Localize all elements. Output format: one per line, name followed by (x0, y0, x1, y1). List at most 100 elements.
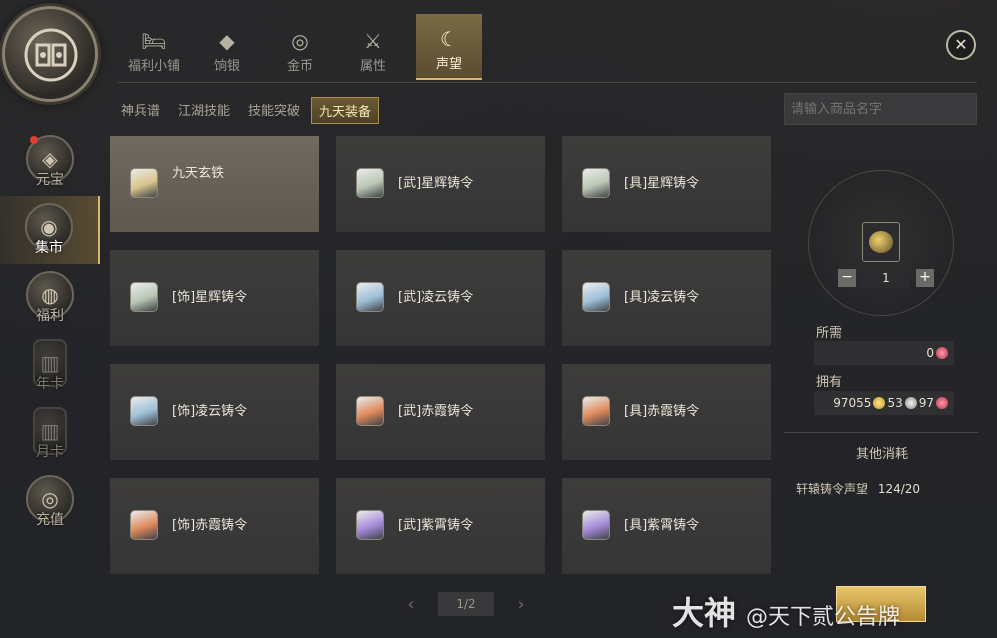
item-card[interactable]: [饰]赤霞铸令 (110, 478, 319, 574)
sidebar-item-2[interactable]: ◍ 福利 (0, 264, 100, 332)
tab-2[interactable]: ◎ 金币 (264, 14, 336, 80)
item-card[interactable]: [武]星辉铸令 (336, 136, 545, 232)
search-input[interactable] (784, 93, 977, 125)
item-card[interactable]: [饰]星辉铸令 (110, 250, 319, 346)
tab-4[interactable]: ☾ 声望 (416, 14, 482, 80)
sidebar-item-5[interactable]: ◎ 充值 (0, 468, 100, 536)
item-card[interactable]: [武]紫霄铸令 (336, 478, 545, 574)
owned-silver: 53 (887, 396, 903, 410)
sidebar-item-3[interactable]: ▥ 年卡 (0, 332, 100, 400)
tab-label: 属性 (359, 59, 386, 74)
reputation-icon (936, 397, 948, 409)
required-value-box: 0 (814, 341, 954, 365)
sidebar-item-label: 集市 (35, 240, 63, 256)
tab-3[interactable]: ⚔ 属性 (337, 14, 409, 80)
item-token-icon (356, 168, 384, 198)
item-token-icon (356, 510, 384, 540)
ingot-icon: ◆ (219, 29, 235, 53)
sidebar-item-label: 年卡 (36, 376, 64, 392)
item-token-icon (356, 282, 384, 312)
prev-page-button[interactable]: ‹ (396, 594, 426, 615)
item-token-icon (130, 168, 158, 198)
item-name: [饰]凌云铸令 (172, 404, 248, 419)
gold-coin-icon (873, 397, 886, 409)
page-indicator: 1/2 (438, 592, 494, 616)
divider (118, 82, 977, 83)
sidebar-item-label: 福利 (36, 308, 64, 324)
emblem-icon (24, 28, 78, 82)
selected-item-icon (862, 222, 900, 262)
sidebar-item-4[interactable]: ▥ 月卡 (0, 400, 100, 468)
item-card[interactable]: [具]赤霞铸令 (562, 364, 771, 460)
item-token-icon (582, 510, 610, 540)
horn-icon: ☾ (440, 27, 458, 51)
requirement-label: 轩辕铸令声望 (796, 482, 869, 496)
item-name: [武]赤霞铸令 (398, 404, 474, 419)
item-card[interactable]: [武]凌云铸令 (336, 250, 545, 346)
sub-tab-bar: 神兵谱 江湖技能 技能突破 九天装备 (114, 97, 383, 124)
item-token-icon (356, 396, 384, 426)
item-grid: 九天玄铁 [武]星辉铸令 [具]星辉铸令 [饰]星辉铸令 [武]凌云铸令 [具]凌云铸令 [… (110, 136, 771, 574)
item-token-icon (130, 396, 158, 426)
tab-label: 声望 (435, 57, 462, 72)
item-name: [具]凌云铸令 (624, 290, 700, 305)
notification-dot (30, 136, 38, 144)
owned-value-box: 97055 53 97 (814, 391, 954, 415)
item-card[interactable]: 九天玄铁 (110, 136, 319, 232)
item-token-icon (130, 282, 158, 312)
silver-coin-icon (904, 397, 917, 409)
sub-tab-1[interactable]: 江湖技能 (171, 97, 237, 124)
sub-tab-0[interactable]: 神兵谱 (114, 97, 167, 124)
quantity-stepper: − 1 + (838, 268, 934, 288)
sidebar: ◈ 元宝 ◉ 集市 ◍ 福利 ▥ 年卡 ▥ 月卡 ◎ 充值 (0, 128, 100, 536)
sidebar-item-1[interactable]: ◉ 集市 (0, 196, 100, 264)
requirement-value: 124/20 (877, 482, 921, 496)
top-tab-bar: 🛏 福利小铺 ◆ 饷银 ◎ 金币 ⚔ 属性 ☾ 声望 (118, 14, 483, 84)
coin-icon: ◎ (291, 29, 309, 53)
item-card[interactable]: [饰]凌云铸令 (110, 364, 319, 460)
sidebar-item-label: 充值 (36, 512, 64, 528)
item-name: [饰]星辉铸令 (172, 290, 248, 305)
next-page-button[interactable]: › (506, 594, 536, 615)
tab-1[interactable]: ◆ 饷银 (191, 14, 263, 80)
owned-label: 拥有 (816, 375, 843, 390)
sidebar-item-label: 元宝 (36, 172, 64, 188)
tab-label: 福利小铺 (127, 59, 180, 74)
increase-button[interactable]: + (916, 269, 934, 287)
item-card[interactable]: [具]星辉铸令 (562, 136, 771, 232)
item-card[interactable]: [武]赤霞铸令 (336, 364, 545, 460)
item-name: [武]星辉铸令 (398, 176, 474, 191)
bed-icon: 🛏 (141, 29, 167, 53)
owned-gold: 97055 (833, 396, 872, 410)
sub-tab-2[interactable]: 技能突破 (241, 97, 307, 124)
item-name: [具]赤霞铸令 (624, 404, 700, 419)
sidebar-item-label: 月卡 (36, 444, 64, 460)
owned-reputation: 97 (918, 396, 934, 410)
item-token-icon (582, 282, 610, 312)
watermark-main: 大神 (672, 594, 737, 632)
item-name: [武]凌云铸令 (398, 290, 474, 305)
requirement-row: 轩辕铸令声望 124/20 (796, 480, 920, 497)
item-token-icon (130, 510, 158, 540)
other-cost-label: 其他消耗 (856, 447, 909, 462)
sub-tab-3[interactable]: 九天装备 (311, 97, 380, 124)
tab-label: 饷银 (213, 59, 240, 74)
game-emblem-logo (2, 6, 98, 102)
item-card[interactable]: [具]紫霄铸令 (562, 478, 771, 574)
sidebar-item-0[interactable]: ◈ 元宝 (0, 128, 100, 196)
tab-label: 金币 (286, 59, 313, 74)
item-name: [武]紫霄铸令 (398, 518, 474, 533)
divider (784, 432, 978, 433)
item-name: [具]紫霄铸令 (624, 518, 700, 533)
item-card[interactable]: [具]凌云铸令 (562, 250, 771, 346)
item-name: 九天玄铁 (172, 166, 225, 181)
close-button[interactable]: ✕ (946, 30, 976, 60)
item-token-icon (582, 396, 610, 426)
quantity-value[interactable]: 1 (862, 268, 910, 288)
shop-panel: 🛏 福利小铺 ◆ 饷银 ◎ 金币 ⚔ 属性 ☾ 声望 ✕ ◈ 元宝 ◉ 集市 ◍ 福利 ▥ 年卡 ▥ 月卡 ◎ 充值 神… (0, 0, 997, 638)
pagination: ‹ 1/2 › (396, 592, 536, 616)
tab-0[interactable]: 🛏 福利小铺 (118, 14, 190, 80)
item-token-icon (582, 168, 610, 198)
item-name: [饰]赤霞铸令 (172, 518, 248, 533)
decrease-button[interactable]: − (838, 269, 856, 287)
